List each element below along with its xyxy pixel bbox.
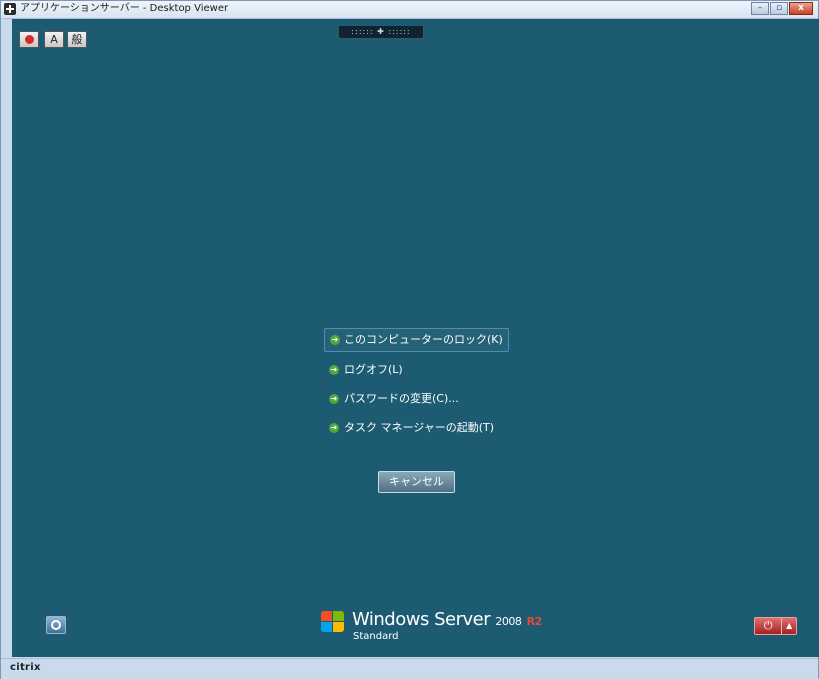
ease-of-access-button[interactable]	[46, 616, 66, 634]
windows-flag-icon	[321, 611, 347, 635]
shutdown-options-arrow-icon[interactable]: ▲	[782, 618, 796, 634]
change-password-option[interactable]: ➜ パスワードの変更(C)...	[324, 388, 524, 410]
status-bar: citrix	[1, 658, 818, 679]
shutdown-button-group: ⏻ ▲	[754, 617, 797, 635]
desktop-viewer-window: アプリケーションサーバー - Desktop Viewer – ▫ x A 般 …	[0, 0, 819, 679]
product-label: Windows Server	[352, 609, 491, 630]
product-version: 2008	[495, 615, 522, 628]
start-task-manager-label: タスク マネージャーの起動(T)	[344, 421, 495, 434]
green-arrow-icon: ➜	[329, 365, 339, 375]
green-arrow-icon: ➜	[329, 394, 339, 404]
lock-computer-label: このコンピューターのロック(K)	[344, 333, 503, 346]
green-arrow-icon: ➜	[329, 423, 339, 433]
lock-computer-option[interactable]: ➜ このコンピューターのロック(K)	[324, 328, 509, 352]
ease-of-access-icon	[51, 620, 61, 630]
log-off-option[interactable]: ➜ ログオフ(L)	[324, 359, 524, 381]
remote-desktop-area: A 般 :::::: ✚ :::::: ➜ このコンピューターのロック(K) ➜…	[12, 19, 819, 657]
minimize-button[interactable]: –	[751, 2, 769, 15]
citrix-app-icon	[4, 3, 16, 15]
ctrl-alt-del-icon	[24, 35, 34, 44]
ime-mode-button[interactable]: 般	[67, 31, 87, 48]
product-name: Windows Server 2008 R2	[352, 609, 542, 630]
window-title: アプリケーションサーバー - Desktop Viewer	[20, 3, 229, 14]
product-release: R2	[526, 615, 543, 628]
log-off-label: ログオフ(L)	[344, 363, 403, 376]
cancel-button[interactable]: キャンセル	[378, 471, 455, 493]
title-bar[interactable]: アプリケーションサーバー - Desktop Viewer – ▫ x	[1, 1, 818, 19]
citrix-logo: citrix	[10, 662, 41, 673]
green-arrow-icon: ➜	[330, 335, 340, 345]
product-edition: Standard	[353, 631, 399, 642]
change-password-label: パスワードの変更(C)...	[344, 392, 459, 405]
restore-button[interactable]: ▫	[770, 2, 788, 15]
close-button[interactable]: x	[789, 2, 813, 15]
toolbar-drag-handle[interactable]: :::::: ✚ ::::::	[338, 26, 424, 39]
input-mode-button[interactable]: A	[44, 31, 64, 48]
window-controls: – ▫ x	[750, 2, 813, 16]
security-options-menu: ➜ このコンピューターのロック(K) ➜ ログオフ(L) ➜ パスワードの変更(…	[324, 328, 524, 446]
power-icon[interactable]: ⏻	[755, 618, 783, 634]
ctrl-alt-del-button[interactable]	[19, 31, 39, 48]
windows-server-logo: Windows Server 2008 R2 Standard	[321, 609, 542, 649]
start-task-manager-option[interactable]: ➜ タスク マネージャーの起動(T)	[324, 417, 524, 439]
